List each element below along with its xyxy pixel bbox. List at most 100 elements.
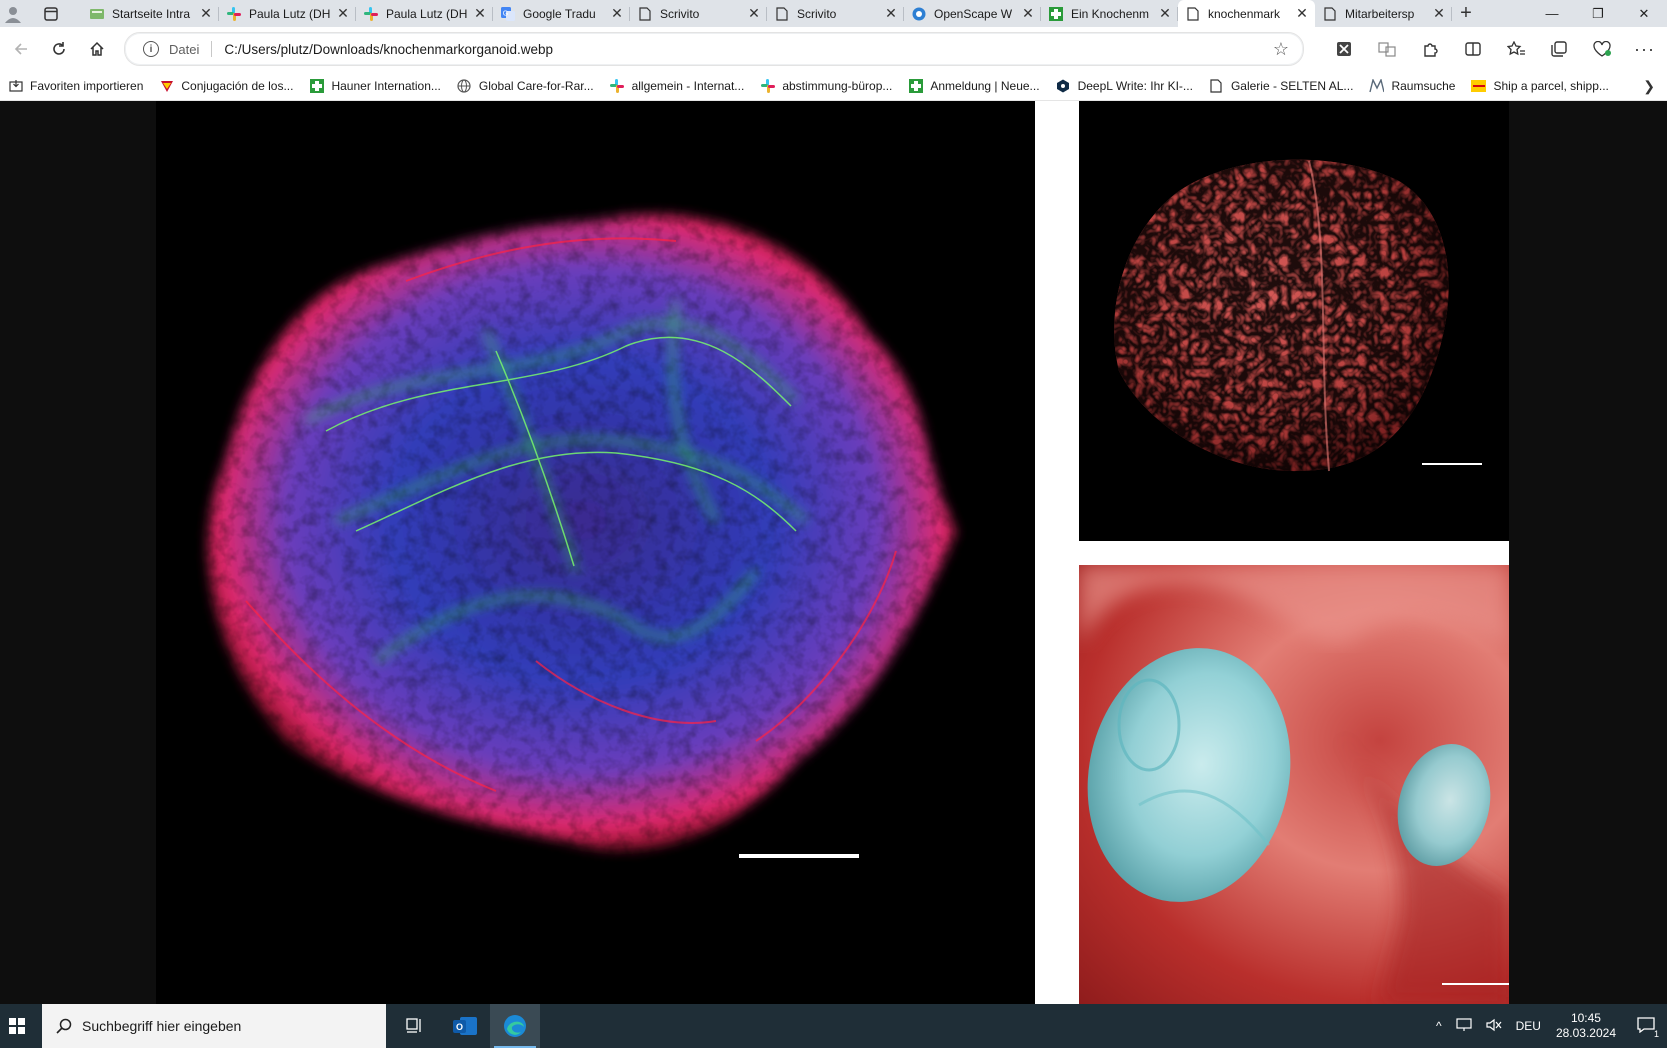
close-tab-icon[interactable]: ✕ xyxy=(1021,5,1035,22)
browser-tab[interactable]: Paula Lutz (DH ✕ xyxy=(356,0,493,27)
address-bar[interactable]: i Datei C:/Users/plutz/Downloads/knochen… xyxy=(124,32,1304,66)
minimize-button[interactable]: — xyxy=(1529,0,1575,27)
browser-tab[interactable]: Startseite Intra ✕ xyxy=(82,0,219,27)
favorite-link[interactable]: Galerie - SELTEN AL... xyxy=(1209,78,1353,93)
browser-tab[interactable]: G Google Tradu ✕ xyxy=(493,0,630,27)
outlook-icon: O xyxy=(453,1017,477,1035)
favorite-label: Raumsuche xyxy=(1391,78,1456,93)
browser-tab[interactable]: Mitarbeitersp ✕ xyxy=(1315,0,1452,27)
extensions-button[interactable] xyxy=(1408,39,1451,60)
taskbar-search-box[interactable]: Suchbegriff hier eingeben xyxy=(42,1004,386,1048)
browser-tab[interactable]: Ein Knochenm ✕ xyxy=(1041,0,1178,27)
favorite-link[interactable]: Ship a parcel, shipp... xyxy=(1471,78,1609,93)
tab-title: Paula Lutz (DH xyxy=(386,6,468,21)
start-button[interactable] xyxy=(2,1004,32,1048)
favorite-link[interactable]: allgemein - Internat... xyxy=(610,78,745,93)
outlook-taskbar-button[interactable]: O xyxy=(440,1004,490,1048)
toolbar-icons: ··· xyxy=(1322,39,1666,60)
organoid-figure-image xyxy=(156,101,1509,1004)
excel-extension-button[interactable] xyxy=(1322,39,1365,60)
clock-time: 10:45 xyxy=(1570,1011,1601,1025)
favorite-star-icon[interactable]: ☆ xyxy=(1273,39,1289,60)
notification-center-button[interactable]: 1 xyxy=(1637,1016,1659,1039)
input-language[interactable]: DEU xyxy=(1516,1019,1541,1033)
collections-icon xyxy=(1550,41,1567,57)
scale-bar xyxy=(1442,983,1509,985)
favorite-link[interactable]: Global Care-for-Rar... xyxy=(457,78,594,93)
tab-actions-button[interactable] xyxy=(38,0,64,27)
tab-title: knochenmark xyxy=(1208,6,1281,21)
settings-more-button[interactable]: ··· xyxy=(1623,39,1666,60)
reload-button[interactable] xyxy=(42,34,76,64)
browser-tab[interactable]: Paula Lutz (DH ✕ xyxy=(219,0,356,27)
tab-title: Google Tradu xyxy=(523,6,596,21)
browser-essentials-button[interactable] xyxy=(1580,39,1623,60)
url-text[interactable]: C:/Users/plutz/Downloads/knochenmarkorga… xyxy=(224,42,553,57)
favorite-link[interactable]: Raumsuche xyxy=(1369,78,1455,93)
deepl-icon xyxy=(1056,78,1071,93)
favorite-link[interactable]: abstimmung-bürop... xyxy=(760,78,892,93)
green-cross-icon xyxy=(309,78,324,93)
slack-icon xyxy=(227,6,241,21)
close-tab-icon[interactable]: ✕ xyxy=(884,5,898,22)
restore-button[interactable]: ❐ xyxy=(1575,0,1621,27)
home-button[interactable] xyxy=(80,34,114,64)
edge-taskbar-button[interactable] xyxy=(490,1004,540,1048)
tab-title: Mitarbeitersp xyxy=(1345,6,1415,21)
split-screen-button[interactable] xyxy=(1451,39,1494,60)
puzzle-icon xyxy=(1423,43,1438,57)
back-button[interactable] xyxy=(4,34,38,64)
favorite-label: Conjugación de los... xyxy=(181,78,294,93)
search-icon xyxy=(56,1018,72,1034)
favorites-button[interactable] xyxy=(1494,39,1537,60)
back-arrow-icon xyxy=(14,43,27,55)
close-tab-icon[interactable]: ✕ xyxy=(199,5,213,22)
notification-icon xyxy=(1637,1016,1655,1033)
info-icon[interactable]: i xyxy=(143,41,159,57)
organoid-fluorescence-image xyxy=(208,214,956,850)
task-view-button[interactable] xyxy=(390,1004,440,1048)
translate-button[interactable] xyxy=(1365,39,1408,60)
page-icon xyxy=(1209,78,1224,93)
volume-muted-icon[interactable] xyxy=(1485,1018,1502,1035)
close-tab-icon[interactable]: ✕ xyxy=(473,5,487,22)
close-tab-icon[interactable]: ✕ xyxy=(1432,5,1446,22)
favorite-link[interactable]: Favoriten importieren xyxy=(8,78,143,93)
favorite-label: Ship a parcel, shipp... xyxy=(1493,78,1609,93)
speaker-icon xyxy=(1485,1018,1502,1031)
browser-tab[interactable]: OpenScape W ✕ xyxy=(904,0,1041,27)
browser-tab[interactable]: Scrivito ✕ xyxy=(630,0,767,27)
close-window-button[interactable]: ✕ xyxy=(1621,0,1667,27)
favorite-link[interactable]: DeepL Write: Ihr KI-... xyxy=(1056,78,1193,93)
flag-icon xyxy=(159,78,174,93)
favorites-overflow-chevron-icon[interactable]: ❯ xyxy=(1643,78,1655,95)
favorite-label: abstimmung-bürop... xyxy=(782,78,893,93)
new-tab-button[interactable]: + xyxy=(1452,0,1480,27)
close-tab-icon[interactable]: ✕ xyxy=(747,5,761,22)
split-screen-icon xyxy=(1464,42,1481,56)
favorite-link[interactable]: Hauner Internation... xyxy=(309,78,441,93)
more-dots-icon: ··· xyxy=(1634,38,1655,59)
close-tab-icon[interactable]: ✕ xyxy=(1158,5,1172,22)
search-placeholder: Suchbegriff hier eingeben xyxy=(82,1018,242,1034)
excel-icon xyxy=(1336,42,1351,56)
close-tab-icon[interactable]: ✕ xyxy=(1295,5,1309,22)
network-icon[interactable] xyxy=(1455,1017,1472,1035)
profile-avatar[interactable] xyxy=(0,0,26,27)
google-translate-icon: G xyxy=(501,6,515,21)
favorite-label: allgemein - Internat... xyxy=(631,78,745,93)
browser-tab[interactable]: Scrivito ✕ xyxy=(767,0,904,27)
favorite-link[interactable]: Conjugación de los... xyxy=(159,78,293,93)
favorites-bar: Favoriten importieren Conjugación de los.… xyxy=(0,71,1667,101)
close-tab-icon[interactable]: ✕ xyxy=(336,5,350,22)
collections-button[interactable] xyxy=(1537,39,1580,60)
browser-tab[interactable]: knochenmark ✕ xyxy=(1178,0,1315,27)
slack-icon xyxy=(364,6,378,21)
clock[interactable]: 10:45 28.03.2024 xyxy=(1556,1011,1616,1041)
favorite-link[interactable]: Anmeldung | Neue... xyxy=(908,78,1040,93)
system-tray: ^ DEU 10:45 28.03.2024 1 xyxy=(1429,1004,1667,1048)
tray-overflow-chevron-icon[interactable]: ^ xyxy=(1436,1019,1442,1033)
network-monitor-icon xyxy=(1455,1017,1472,1031)
close-tab-icon[interactable]: ✕ xyxy=(610,5,624,22)
favorite-label: Global Care-for-Rar... xyxy=(478,78,594,93)
